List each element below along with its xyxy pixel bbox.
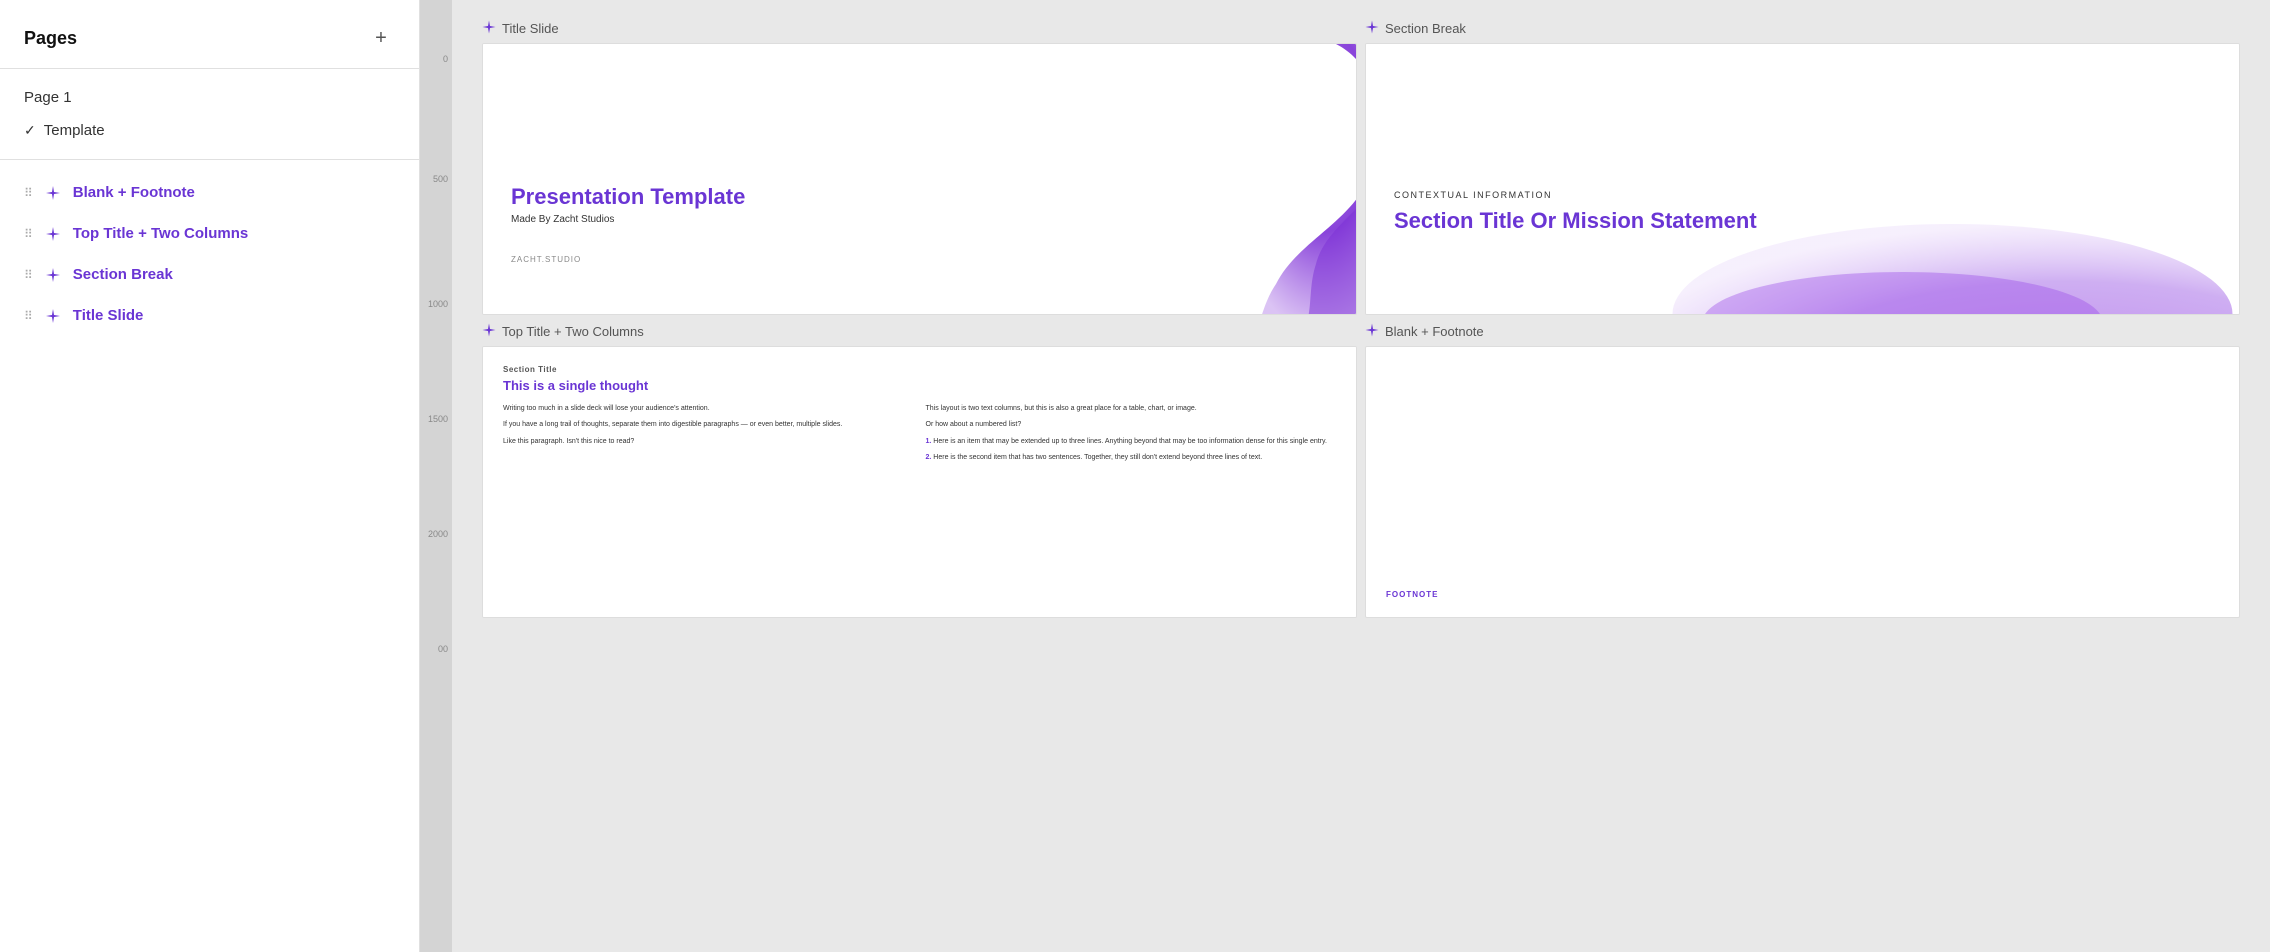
two-col-label-text: Top Title + Two Columns	[502, 324, 644, 339]
presentation-main-title: Presentation Template	[511, 184, 745, 210]
section-break-section: Section Break CONTEXTUAL INFORMATION Sec…	[1365, 20, 2240, 315]
title-slide-section: Title Slide	[482, 20, 1357, 315]
section-break-blob	[1366, 214, 2239, 314]
presentation-brand: ZACHT.STUDIO	[511, 255, 745, 264]
blank-footnote-content: FOOTNOTE	[1366, 347, 2239, 617]
two-col-section: Top Title + Two Columns Section Title Th…	[482, 323, 1357, 618]
section-break-label-text: Section Break	[1385, 21, 1466, 36]
presentation-subtitle: Made By Zacht Studios	[511, 214, 745, 225]
right-column: This layout is two text columns, but thi…	[926, 404, 1337, 470]
drag-handle-icon-3[interactable]: ⠿	[24, 268, 33, 282]
blank-footnote-label-text: Blank + Footnote	[1385, 324, 1484, 339]
title-slide-label: Title Slide	[482, 20, 1357, 37]
layout-label-blank-footnote: Blank + Footnote	[73, 184, 195, 201]
main-area: 0 500 1000 1500 2000 00 Title Slide	[420, 0, 2270, 952]
ruler-mark-1500: 1500	[420, 415, 452, 424]
title-slide-content: Presentation Template Made By Zacht Stud…	[483, 44, 1356, 314]
two-col-grid: Writing too much in a slide deck will lo…	[503, 404, 1336, 470]
ruler-mark-500: 500	[420, 175, 452, 184]
right-p2: Or how about a numbered list?	[926, 420, 1337, 431]
template-label: Template	[44, 122, 105, 139]
sidebar-header: Pages +	[0, 0, 419, 69]
layout-item-two-columns[interactable]: ⠿ Top Title + Two Columns	[0, 213, 419, 254]
layout-label-section-break: Section Break	[73, 266, 173, 283]
sparkle-icon-title-slide	[482, 20, 496, 37]
left-column: Writing too much in a slide deck will lo…	[503, 404, 914, 470]
check-icon: ✓	[24, 122, 36, 139]
sparkle-icon-two-col	[482, 323, 496, 340]
slides-grid: Title Slide	[482, 20, 2240, 618]
right-p3: 1. Here is an item that may be extended …	[926, 437, 1337, 448]
blob-decoration	[1156, 44, 1356, 314]
thought-title: This is a single thought	[503, 378, 1336, 394]
layouts-list: ⠿ Blank + Footnote ⠿ Top Title + Two Col…	[0, 160, 419, 952]
right-p1: This layout is two text columns, but thi…	[926, 404, 1337, 415]
left-p3: Like this paragraph. Isn't this nice to …	[503, 437, 914, 448]
drag-handle-icon-4[interactable]: ⠿	[24, 309, 33, 323]
ruler-mark-end: 00	[420, 645, 452, 654]
page-1-label: Page 1	[24, 89, 72, 106]
ruler-vertical: 0 500 1000 1500 2000 00	[420, 0, 452, 952]
sidebar: Pages + Page 1 ✓ Template ⠿ Blank + Foot…	[0, 0, 420, 952]
ruler-mark-2000: 2000	[420, 530, 452, 539]
sparkle-icon-1	[45, 185, 61, 201]
ruler-mark-0: 0	[420, 55, 452, 64]
right-p4: 2. Here is the second item that has two …	[926, 453, 1337, 464]
blank-footnote-card[interactable]: FOOTNOTE	[1365, 346, 2240, 618]
sparkle-icon-2	[45, 226, 61, 242]
ruler-mark-1000: 1000	[420, 300, 452, 309]
two-col-content: Section Title This is a single thought W…	[483, 347, 1356, 617]
title-slide-card[interactable]: Presentation Template Made By Zacht Stud…	[482, 43, 1357, 315]
layout-item-title-slide[interactable]: ⠿ Title Slide	[0, 295, 419, 336]
left-p2: If you have a long trail of thoughts, se…	[503, 420, 914, 431]
add-page-button[interactable]: +	[367, 24, 395, 52]
sparkle-icon-section-break	[1365, 20, 1379, 37]
layout-label-title-slide: Title Slide	[73, 307, 144, 324]
sparkle-icon-3	[45, 267, 61, 283]
canvas-area[interactable]: Title Slide	[452, 0, 2270, 952]
blank-footnote-label: Blank + Footnote	[1365, 323, 2240, 340]
blank-footnote-section: Blank + Footnote FOOTNOTE	[1365, 323, 2240, 618]
page-item-template[interactable]: ✓ Template	[0, 114, 419, 147]
drag-handle-icon-2[interactable]: ⠿	[24, 227, 33, 241]
section-break-content: CONTEXTUAL INFORMATION Section Title Or …	[1366, 44, 2239, 314]
title-slide-label-text: Title Slide	[502, 21, 559, 36]
page-item-1[interactable]: Page 1	[0, 81, 419, 114]
layout-label-two-columns: Top Title + Two Columns	[73, 225, 248, 242]
section-break-card[interactable]: CONTEXTUAL INFORMATION Section Title Or …	[1365, 43, 2240, 315]
layout-item-section-break[interactable]: ⠿ Section Break	[0, 254, 419, 295]
title-slide-text-block: Presentation Template Made By Zacht Stud…	[511, 184, 745, 264]
sparkle-icon-4	[45, 308, 61, 324]
two-col-section-label: Section Title	[503, 365, 1336, 374]
section-break-label: Section Break	[1365, 20, 2240, 37]
left-p1: Writing too much in a slide deck will lo…	[503, 404, 914, 415]
two-col-label: Top Title + Two Columns	[482, 323, 1357, 340]
footnote-text: FOOTNOTE	[1386, 590, 2219, 599]
pages-list: Page 1 ✓ Template	[0, 69, 419, 160]
pages-title: Pages	[24, 28, 77, 49]
drag-handle-icon[interactable]: ⠿	[24, 186, 33, 200]
contextual-label: CONTEXTUAL INFORMATION	[1394, 190, 2211, 200]
layout-item-blank-footnote[interactable]: ⠿ Blank + Footnote	[0, 172, 419, 213]
sparkle-icon-blank-footnote	[1365, 323, 1379, 340]
two-col-card[interactable]: Section Title This is a single thought W…	[482, 346, 1357, 618]
